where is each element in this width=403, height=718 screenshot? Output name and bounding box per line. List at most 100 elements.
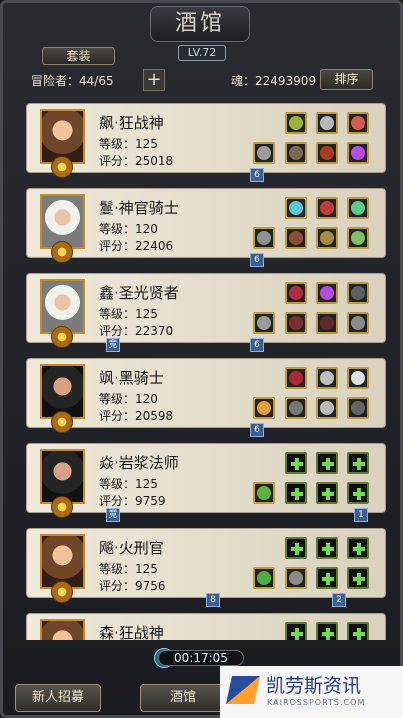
equipment-slot-icon[interactable]: [285, 227, 307, 249]
character-level: 等级：120: [99, 392, 158, 406]
equipment-slot-icon[interactable]: [316, 282, 338, 304]
equipment-slot-icon[interactable]: [253, 312, 275, 334]
equipment-slot-icon[interactable]: [253, 227, 275, 249]
character-score: 评分：9756: [99, 579, 166, 593]
arena-badge: 竞: [106, 338, 120, 352]
rank-emblem-icon: [51, 156, 73, 178]
character-card[interactable]: 飒·黑骑士 等级：120 评分：20598: [26, 358, 386, 433]
new-recruit-button[interactable]: 新人招募: [15, 684, 101, 712]
character-score: 评分：22406: [99, 239, 174, 253]
character-level: 等级：125: [99, 562, 158, 576]
empty-slot-plus-icon[interactable]: [347, 622, 369, 640]
character-name: 飙·狂战神: [99, 114, 164, 132]
empty-slot-plus-icon[interactable]: [285, 452, 307, 474]
character-card[interactable]: 焱·岩浆法师 等级：125 评分：9759: [26, 443, 386, 518]
rank-emblem-icon: [51, 411, 73, 433]
empty-slot-plus-icon[interactable]: [285, 622, 307, 640]
character-score: 评分：25018: [99, 154, 174, 168]
equipment-slot-icon[interactable]: [316, 397, 338, 419]
level-badge: 6: [250, 423, 264, 437]
level-badge: 6: [250, 338, 264, 352]
equipment-slot-icon[interactable]: [285, 282, 307, 304]
character-name: 飚·火刑官: [99, 539, 164, 557]
rank-emblem-icon: [51, 581, 73, 603]
empty-slot-plus-icon[interactable]: [316, 482, 338, 504]
watermark-brand: 凯劳斯资讯: [266, 675, 362, 697]
character-card[interactable]: 森·狂战神: [26, 613, 386, 640]
sort-button[interactable]: 排序: [320, 69, 373, 90]
equipment-slot-icon[interactable]: [285, 567, 307, 589]
equipment-slot-icon[interactable]: [316, 227, 338, 249]
equipment-slot-icon[interactable]: [347, 367, 369, 389]
watermark: 凯劳斯资讯 KAIROSSPORTS.COM: [220, 666, 403, 718]
player-level: LV.72: [178, 45, 226, 61]
kairos-logo-icon: [226, 676, 260, 704]
empty-slot-plus-icon[interactable]: [347, 452, 369, 474]
level-badge: 1: [354, 508, 368, 522]
character-card[interactable]: 飙·狂战神 等级：125 评分：25018: [26, 103, 386, 178]
character-level: 等级：125: [99, 477, 158, 491]
plus-icon[interactable]: +: [143, 69, 165, 91]
empty-slot-plus-icon[interactable]: [316, 452, 338, 474]
equipment-slot-icon[interactable]: [253, 142, 275, 164]
empty-slot-plus-icon[interactable]: [285, 482, 307, 504]
character-card[interactable]: 鬘·神官骑士 等级：120 评分：22406: [26, 188, 386, 263]
equipment-slot-icon[interactable]: [316, 367, 338, 389]
empty-slot-plus-icon[interactable]: [347, 567, 369, 589]
equipment-slot-icon[interactable]: [285, 112, 307, 134]
equipment-slot-icon[interactable]: [253, 567, 275, 589]
equipment-slot-icon[interactable]: [285, 397, 307, 419]
equipment-slot-icon[interactable]: [285, 312, 307, 334]
equipment-slot-icon[interactable]: [347, 227, 369, 249]
equipment-slot-icon[interactable]: [285, 367, 307, 389]
adventurer-count: 冒险者：44/65: [31, 74, 114, 88]
rank-emblem-icon: [51, 326, 73, 348]
character-card[interactable]: 飚·火刑官 等级：125 评分：9756: [26, 528, 386, 603]
equipment-slot-icon[interactable]: [316, 197, 338, 219]
tavern-button[interactable]: 酒馆: [140, 684, 226, 712]
character-name: 森·狂战神: [99, 624, 164, 640]
portrait-icon: [40, 619, 85, 640]
equipment-slot-icon[interactable]: [253, 482, 275, 504]
empty-slot-plus-icon[interactable]: [316, 622, 338, 640]
equipment-slot-icon[interactable]: [285, 142, 307, 164]
empty-slot-plus-icon[interactable]: [316, 537, 338, 559]
equipment-slot-icon[interactable]: [316, 112, 338, 134]
set-button[interactable]: 套装: [42, 47, 115, 65]
empty-slot-plus-icon[interactable]: [347, 482, 369, 504]
character-card[interactable]: 鑫·圣光贤者 等级：125 评分：22370: [26, 273, 386, 348]
character-score: 评分：20598: [99, 409, 174, 423]
equipment-slot-icon[interactable]: [347, 197, 369, 219]
character-level: 等级：125: [99, 307, 158, 321]
adventurer-list[interactable]: 飙·狂战神 等级：125 评分：25018 6 鬘·神官骑士 等级：120 评分…: [14, 95, 386, 640]
equipment-slot-icon[interactable]: [347, 397, 369, 419]
empty-slot-plus-icon[interactable]: [316, 567, 338, 589]
character-name: 鬘·神官骑士: [99, 199, 179, 217]
watermark-domain: KAIROSSPORTS.COM: [267, 698, 366, 707]
level-badge: 6: [250, 253, 264, 267]
timer: 00:17:05: [158, 650, 244, 666]
title-plate: 酒馆: [150, 6, 250, 42]
rank-emblem-icon: [51, 241, 73, 263]
character-level: 等级：120: [99, 222, 158, 236]
character-score: 评分：22370: [99, 324, 174, 338]
arena-badge: 竞: [106, 508, 120, 522]
equipment-slot-icon[interactable]: [253, 397, 275, 419]
character-level: 等级：125: [99, 137, 158, 151]
equipment-slot-icon[interactable]: [285, 197, 307, 219]
rank-emblem-icon: [51, 496, 73, 518]
level-badge: 6: [250, 168, 264, 182]
character-name: 焱·岩浆法师: [99, 454, 179, 472]
equipment-slot-icon[interactable]: [316, 312, 338, 334]
equipment-slot-icon[interactable]: [316, 142, 338, 164]
empty-slot-plus-icon[interactable]: [347, 537, 369, 559]
equipment-slot-icon[interactable]: [347, 112, 369, 134]
empty-slot-plus-icon[interactable]: [285, 537, 307, 559]
character-name: 飒·黑骑士: [99, 369, 164, 387]
equipment-slot-icon[interactable]: [347, 312, 369, 334]
equipment-slot-icon[interactable]: [347, 142, 369, 164]
level-badge: 8: [206, 593, 220, 607]
equipment-slot-icon[interactable]: [347, 282, 369, 304]
soul-count: 魂：22493909: [231, 74, 317, 88]
character-score: 评分：9759: [99, 494, 166, 508]
